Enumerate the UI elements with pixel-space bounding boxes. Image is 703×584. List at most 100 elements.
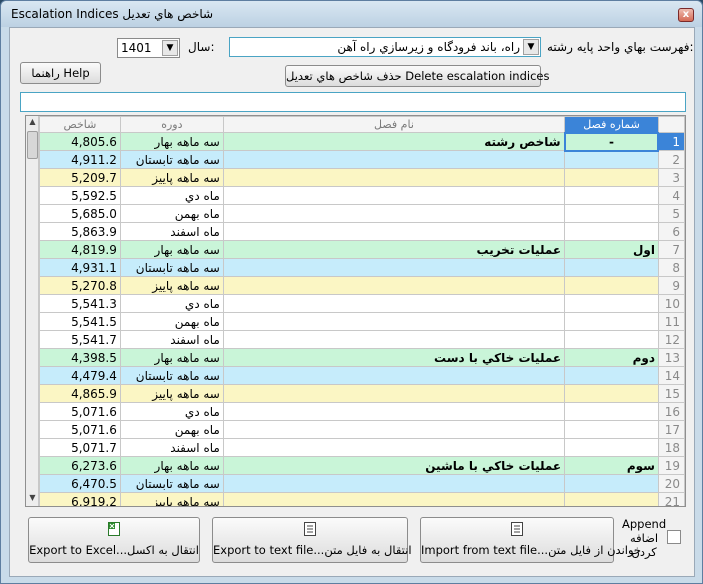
row-number[interactable]: 3 — [657, 168, 685, 187]
scroll-thumb[interactable] — [27, 131, 38, 159]
export-excel-button[interactable]: Export to Excel...انتقال به اکسل — [28, 517, 200, 563]
filter-input[interactable] — [20, 92, 686, 112]
chapter-no-cell[interactable] — [564, 420, 659, 439]
chapter-no-cell[interactable] — [564, 474, 659, 493]
index-cell[interactable]: 4,865.9 — [39, 384, 121, 403]
index-cell[interactable]: 6,273.6 — [39, 456, 121, 475]
chapter-no-cell[interactable] — [564, 168, 659, 187]
chapter-no-cell[interactable] — [564, 312, 659, 331]
table-row[interactable]: 4,398.5 سه ماهه بهار عمليات خاکي با دست دوم… — [39, 348, 685, 367]
period-cell[interactable]: سه ماهه بهار — [119, 456, 224, 475]
period-cell[interactable]: سه ماهه بهار — [119, 132, 224, 151]
chapter-name-cell[interactable] — [222, 402, 566, 421]
index-cell[interactable]: 4,479.4 — [39, 366, 121, 385]
period-cell[interactable]: ماه بهمن — [119, 312, 224, 331]
chapter-no-cell[interactable] — [564, 204, 659, 223]
table-row[interactable]: 5,863.9 ماه اسفند 6 — [39, 222, 685, 241]
row-number[interactable]: 20 — [657, 474, 685, 493]
row-number[interactable]: 2 — [657, 150, 685, 169]
table-row[interactable]: 6,273.6 سه ماهه بهار عمليات خاکي با ماشين س… — [39, 456, 685, 475]
col-header-chapter-name[interactable]: نام فصل — [222, 116, 566, 133]
table-row[interactable]: 5,270.8 سه ماهه پاييز 9 — [39, 276, 685, 295]
row-number[interactable]: 8 — [657, 258, 685, 277]
table-row[interactable]: 6,470.5 سه ماهه تابستان 20 — [39, 474, 685, 493]
table-row[interactable]: 4,479.4 سه ماهه تابستان 14 — [39, 366, 685, 385]
chevron-down-icon[interactable]: ▼ — [523, 39, 539, 55]
chapter-name-cell[interactable] — [222, 204, 566, 223]
period-cell[interactable]: ماه بهمن — [119, 420, 224, 439]
row-number[interactable]: 5 — [657, 204, 685, 223]
period-cell[interactable]: ماه بهمن — [119, 204, 224, 223]
period-cell[interactable]: سه ماهه پاييز — [119, 492, 224, 506]
period-cell[interactable]: سه ماهه تابستان — [119, 150, 224, 169]
index-cell[interactable]: 5,071.6 — [39, 402, 121, 421]
chapter-name-cell[interactable] — [222, 420, 566, 439]
row-number[interactable]: 7 — [657, 240, 685, 259]
row-number[interactable]: 18 — [657, 438, 685, 457]
chapter-name-cell[interactable] — [222, 294, 566, 313]
period-cell[interactable]: سه ماهه پاييز — [119, 276, 224, 295]
row-number[interactable]: 15 — [657, 384, 685, 403]
index-cell[interactable]: 4,398.5 — [39, 348, 121, 367]
col-header-index[interactable]: شاخص — [39, 116, 121, 133]
index-cell[interactable]: 4,911.2 — [39, 150, 121, 169]
index-cell[interactable]: 5,863.9 — [39, 222, 121, 241]
table-row[interactable]: 5,071.7 ماه اسفند 18 — [39, 438, 685, 457]
row-number[interactable]: 21 — [657, 492, 685, 506]
chapter-name-cell[interactable] — [222, 168, 566, 187]
index-cell[interactable]: 5,541.3 — [39, 294, 121, 313]
chapter-no-cell[interactable] — [564, 384, 659, 403]
index-cell[interactable]: 6,470.5 — [39, 474, 121, 493]
row-number[interactable]: 1 — [657, 132, 685, 151]
chapter-name-cell[interactable] — [222, 330, 566, 349]
chapter-name-cell[interactable] — [222, 276, 566, 295]
col-header-period[interactable]: دوره — [119, 116, 224, 133]
period-cell[interactable]: سه ماهه بهار — [119, 240, 224, 259]
chapter-name-cell[interactable] — [222, 222, 566, 241]
chapter-no-cell[interactable] — [564, 492, 659, 506]
col-header-chapter-no[interactable]: شماره فصل — [564, 116, 659, 133]
chapter-no-cell[interactable] — [564, 366, 659, 385]
row-number[interactable]: 13 — [657, 348, 685, 367]
chapter-no-cell[interactable] — [564, 276, 659, 295]
chapter-name-cell[interactable] — [222, 186, 566, 205]
chapter-no-cell[interactable] — [564, 258, 659, 277]
row-number[interactable]: 4 — [657, 186, 685, 205]
chapter-name-cell[interactable]: شاخص رشته — [222, 132, 566, 151]
chapter-no-cell[interactable]: دوم — [564, 348, 659, 367]
scroll-down-icon[interactable]: ▼ — [27, 493, 38, 505]
chapter-name-cell[interactable] — [222, 474, 566, 493]
period-cell[interactable]: ماه دي — [119, 402, 224, 421]
table-row[interactable]: 5,592.5 ماه دي 4 — [39, 186, 685, 205]
list-combobox[interactable]: راه، باند فرودگاه و زيرسازي راه آهن ▼ — [229, 37, 541, 57]
table-row[interactable]: 5,541.3 ماه دي 10 — [39, 294, 685, 313]
index-cell[interactable]: 5,270.8 — [39, 276, 121, 295]
period-cell[interactable]: ماه دي — [119, 186, 224, 205]
chapter-no-cell[interactable]: اول — [564, 240, 659, 259]
table-row[interactable]: 4,865.9 سه ماهه پاييز 15 — [39, 384, 685, 403]
chapter-no-cell[interactable]: - — [563, 131, 660, 152]
chapter-no-cell[interactable] — [564, 402, 659, 421]
chapter-no-cell[interactable] — [564, 294, 659, 313]
period-cell[interactable]: سه ماهه پاييز — [119, 384, 224, 403]
table-row[interactable]: 5,685.0 ماه بهمن 5 — [39, 204, 685, 223]
help-button[interactable]: راهنما Help — [20, 62, 101, 84]
row-number[interactable]: 16 — [657, 402, 685, 421]
row-number[interactable]: 6 — [657, 222, 685, 241]
period-cell[interactable]: سه ماهه بهار — [119, 348, 224, 367]
chapter-name-cell[interactable] — [222, 258, 566, 277]
chapter-name-cell[interactable] — [222, 384, 566, 403]
index-cell[interactable]: 5,209.7 — [39, 168, 121, 187]
scroll-up-icon[interactable]: ▲ — [27, 117, 38, 129]
vertical-scrollbar[interactable]: ▲ ▼ — [26, 116, 39, 506]
period-cell[interactable]: ماه اسفند — [119, 438, 224, 457]
period-cell[interactable]: سه ماهه تابستان — [119, 258, 224, 277]
import-text-button[interactable]: Import from text file...خواندن از فايل م… — [420, 517, 641, 563]
chapter-name-cell[interactable] — [222, 366, 566, 385]
index-cell[interactable]: 5,592.5 — [39, 186, 121, 205]
table-row[interactable]: 5,541.7 ماه اسفند 12 — [39, 330, 685, 349]
index-cell[interactable]: 5,071.7 — [39, 438, 121, 457]
index-cell[interactable]: 4,931.1 — [39, 258, 121, 277]
index-cell[interactable]: 5,685.0 — [39, 204, 121, 223]
table-row[interactable]: 5,209.7 سه ماهه پاييز 3 — [39, 168, 685, 187]
